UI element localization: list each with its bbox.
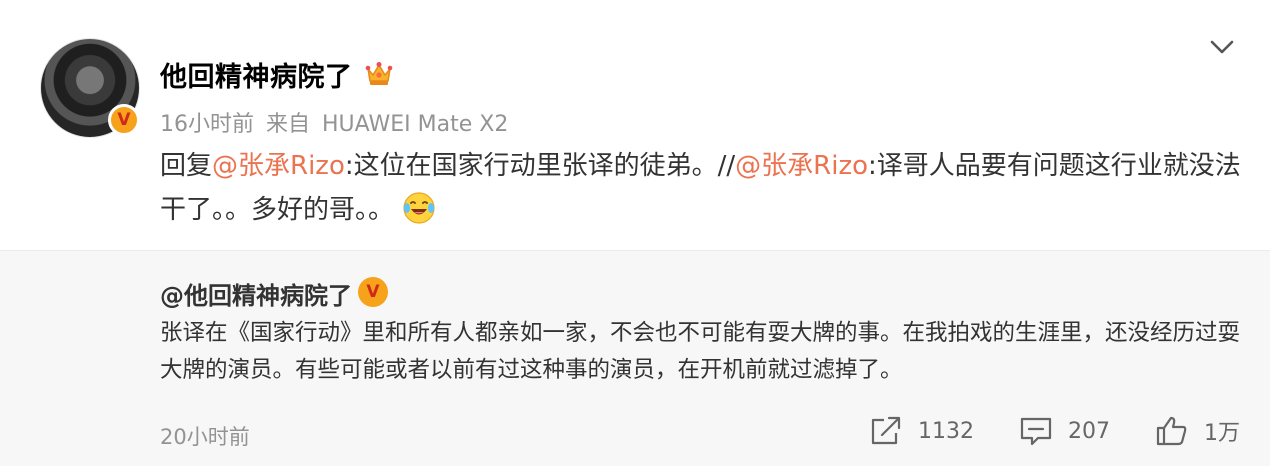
mention-link[interactable]: @张承Rizo	[212, 151, 345, 181]
mention-link[interactable]: @张承Rizo	[735, 151, 868, 181]
laughing-tears-emoji-icon	[403, 192, 435, 224]
action-bar: 1132 207 1万	[824, 414, 1240, 448]
reply-prefix: 回复	[160, 151, 213, 181]
post-device: HUAWEI Mate X2	[322, 112, 509, 137]
content-text: :这位在国家行动里张译的徒弟。//	[344, 151, 736, 181]
post-content: 回复@张承Rizo:这位在国家行动里张译的徒弟。//@张承Rizo:译哥人品要有…	[160, 144, 1250, 232]
comment-button[interactable]: 207	[1018, 414, 1110, 448]
weibo-post: V 他回精神病院了 16小时前 来自 HUAWEI Mate X2 回复@张承Riz…	[0, 0, 1270, 250]
post-meta: 16小时前 来自 HUAWEI Mate X2	[160, 106, 520, 138]
comment-icon	[1020, 417, 1052, 446]
repost-text: 张译在《国家行动》里和所有人都亲如一家，不会也不可能有耍大牌的事。在我拍戏的生涯…	[160, 320, 1241, 383]
repost-username[interactable]: @他回精神病院了	[160, 276, 352, 311]
reposted-card[interactable]: @他回精神病院了 V 张译在《国家行动》里和所有人都亲如一家，不会也不可能有耍大…	[0, 250, 1270, 466]
crown-icon	[365, 62, 393, 85]
verified-badge-icon: V	[358, 277, 388, 307]
like-button[interactable]: 1万	[1154, 414, 1240, 448]
like-count: 1万	[1204, 421, 1240, 446]
post-time: 16小时前	[160, 112, 254, 137]
post-username[interactable]: 他回精神病院了	[160, 55, 353, 94]
thumbs-up-icon	[1156, 416, 1187, 446]
chevron-down-icon[interactable]	[1208, 36, 1236, 58]
verified-badge-icon: V	[108, 104, 140, 136]
repost-time: 20小时前	[160, 425, 250, 449]
share-count: 1132	[918, 418, 974, 444]
comment-count: 207	[1068, 418, 1110, 444]
post-source-prefix: 来自	[266, 112, 311, 137]
share-icon	[871, 416, 901, 445]
share-button[interactable]: 1132	[868, 414, 974, 448]
avatar[interactable]: V	[40, 38, 140, 138]
